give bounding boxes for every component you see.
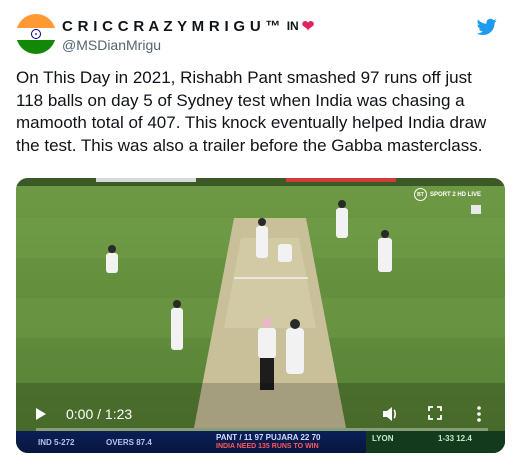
heart-icon: ❤ [301,18,315,35]
broadcaster-name: SPORT 2 HD LIVE [429,191,481,198]
india-flag-avatar-icon [16,14,56,54]
play-icon[interactable] [36,408,46,420]
more-vertical-icon[interactable] [474,405,484,423]
score-team: IND 5-272 [38,438,75,447]
tweet-card: C R I C C R A Z Y M R I G U ™ IN ❤ @MSDi… [0,0,513,471]
score-overs: OVERS 87.4 [106,438,152,447]
broadcaster-logo: BT SPORT 2 HD LIVE [413,188,481,201]
fullscreen-icon[interactable] [428,406,442,420]
video-time: 0:00 / 1:23 [66,406,133,422]
display-name-row[interactable]: C R I C C R A Z Y M R I G U ™ IN ❤ [62,16,314,36]
user-handle[interactable]: @MSDianMrigu [62,37,161,53]
flag-label: IN [286,19,299,33]
score-bowler-figures: 1-33 12.4 [438,434,472,443]
score-batters: PANT / 11 97 PUJARA 22 70 [216,433,321,442]
broadcaster-mark: BT [413,188,427,201]
score-need: INDIA NEED 135 RUNS TO WIN [216,443,319,450]
score-bar: IND 5-272 OVERS 87.4 PANT / 11 97 PUJARA… [16,431,505,453]
display-name[interactable]: C R I C C R A Z Y M R I G U ™ [62,18,281,35]
score-bowler: LYON [372,434,394,443]
score-bowler-panel: LYON 1-33 12.4 [366,431,505,453]
twitter-bird-icon[interactable] [477,18,497,36]
tweet-text: On This Day in 2021, Rishabh Pant smashe… [16,68,487,155]
video-controls: 0:00 / 1:23 [16,403,505,425]
avatar[interactable] [16,14,56,54]
volume-icon[interactable] [381,405,399,423]
broadcast-box [471,205,481,214]
video-player[interactable]: BT SPORT 2 HD LIVE 0:00 / 1:23 IND 5-272 [16,178,505,453]
